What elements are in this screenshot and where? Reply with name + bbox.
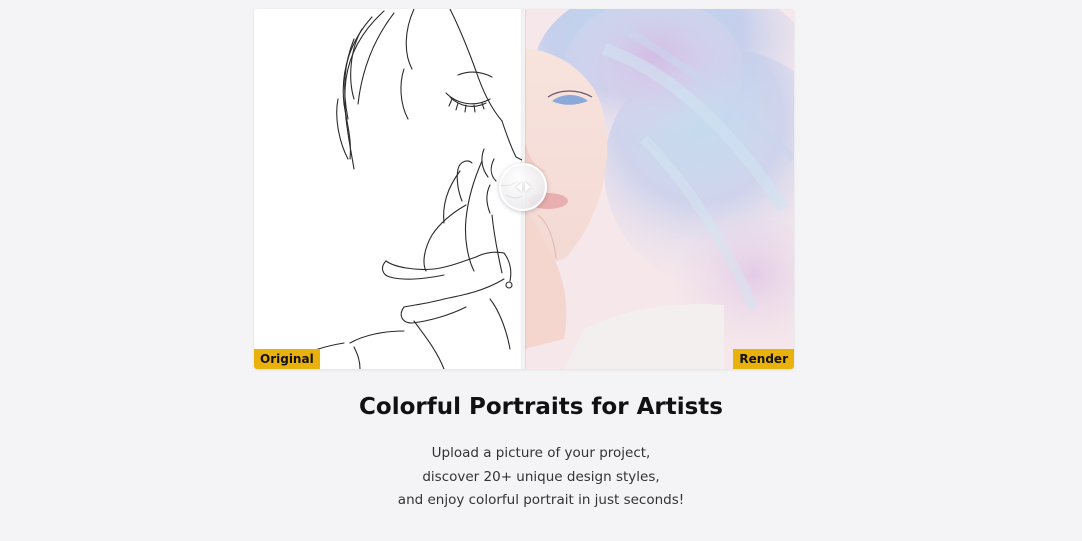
- render-label: Render: [733, 349, 794, 369]
- description-line: Upload a picture of your project,: [431, 445, 651, 461]
- feature-title: Colorful Portraits for Artists: [359, 394, 723, 420]
- arrow-right-icon: [524, 182, 531, 192]
- rendered-portrait-image: [524, 9, 794, 369]
- description-line: and enjoy colorful portrait in just seco…: [397, 492, 685, 508]
- feature-description: Upload a picture of your project, discov…: [0, 442, 1082, 513]
- before-after-comparison[interactable]: Original Render: [254, 9, 794, 369]
- arrow-left-icon: [515, 182, 522, 192]
- original-sketch-image: [254, 9, 524, 369]
- slider-handle[interactable]: [499, 163, 547, 211]
- original-label: Original: [254, 349, 320, 369]
- description-line: discover 20+ unique design styles,: [422, 468, 660, 485]
